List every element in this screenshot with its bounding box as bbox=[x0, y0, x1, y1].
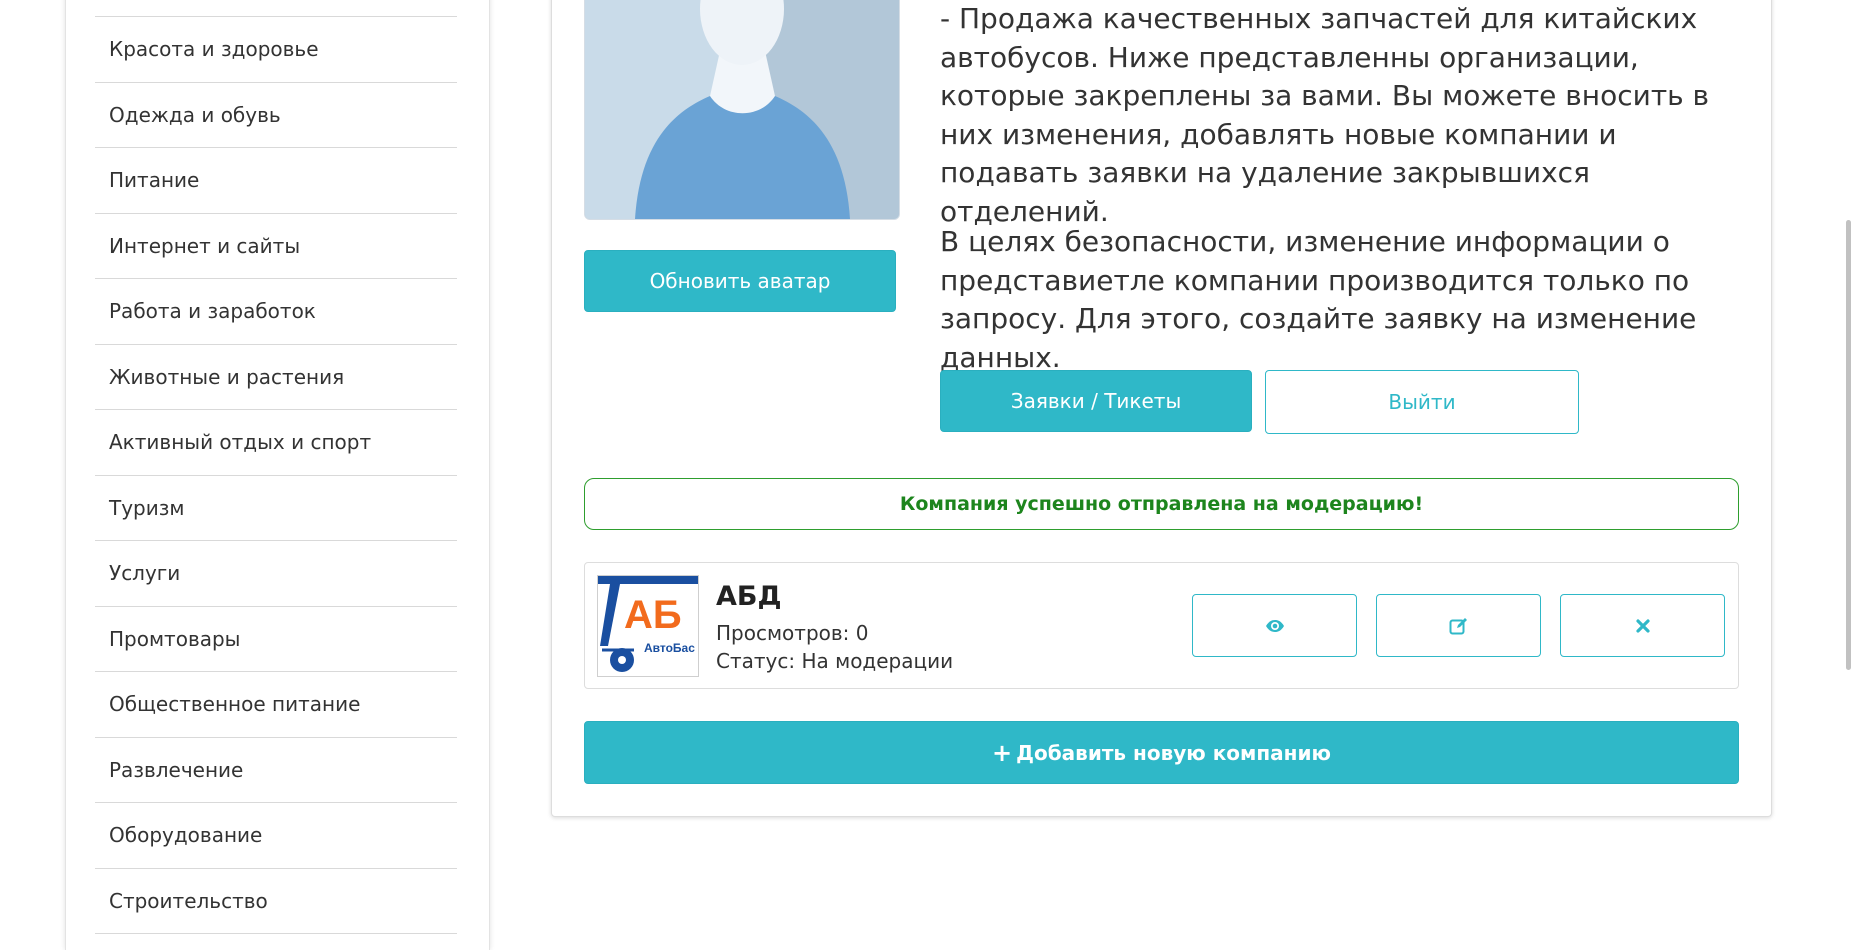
success-alert: Компания успешно отправлена на модерацию… bbox=[584, 478, 1739, 530]
category-item-services[interactable]: Услуги bbox=[95, 541, 457, 607]
category-item-catering[interactable]: Общественное питание bbox=[95, 672, 457, 738]
category-item-beauty[interactable]: Красота и здоровье bbox=[95, 17, 457, 83]
company-logo-image: АБ АвтоБас bbox=[598, 576, 698, 676]
scrollbar-thumb[interactable] bbox=[1846, 220, 1851, 670]
company-status: Статус: На модерации bbox=[716, 649, 954, 673]
profile-description: - Продажа качественных запчастей для кит… bbox=[940, 2, 1710, 228]
avatar bbox=[584, 0, 900, 220]
company-row: АБ АвтоБас АБД Просмотров: 0 Статус: На … bbox=[584, 562, 1739, 689]
delete-company-button[interactable] bbox=[1560, 594, 1725, 657]
category-item-tourism[interactable]: Туризм bbox=[95, 476, 457, 541]
category-item-internet[interactable]: Интернет и сайты bbox=[95, 214, 457, 279]
view-company-button[interactable] bbox=[1192, 594, 1357, 657]
category-list: Красота и здоровье Одежда и обувь Питани… bbox=[95, 16, 457, 934]
category-item-entertainment[interactable]: Развлечение bbox=[95, 738, 457, 803]
company-views: Просмотров: 0 bbox=[716, 621, 869, 645]
security-note: В целях безопасности, изменение информац… bbox=[940, 225, 1697, 374]
page-scrollbar[interactable] bbox=[1843, 0, 1853, 924]
category-item-construction[interactable]: Строительство bbox=[95, 869, 457, 934]
eye-icon bbox=[1265, 619, 1284, 632]
category-item-work[interactable]: Работа и заработок bbox=[95, 279, 457, 345]
company-logo: АБ АвтоБас bbox=[597, 575, 699, 677]
logo-subtext: АвтоБас bbox=[644, 641, 695, 655]
category-item-food[interactable]: Питание bbox=[95, 148, 457, 214]
add-company-button[interactable]: + Добавить новую компанию bbox=[584, 721, 1739, 784]
category-item-animals[interactable]: Животные и растения bbox=[95, 345, 457, 410]
edit-icon bbox=[1449, 617, 1467, 634]
category-item-clothes[interactable]: Одежда и обувь bbox=[95, 83, 457, 148]
company-name: АБД bbox=[716, 581, 782, 612]
add-company-label: Добавить новую компанию bbox=[1016, 740, 1331, 765]
category-item-equipment[interactable]: Оборудование bbox=[95, 803, 457, 869]
category-item-sport[interactable]: Активный отдых и спорт bbox=[95, 410, 457, 476]
alert-message: Компания успешно отправлена на модерацию… bbox=[899, 493, 1424, 515]
category-item-industrial[interactable]: Промтовары bbox=[95, 607, 457, 672]
logout-button[interactable]: Выйти bbox=[1265, 370, 1579, 434]
update-avatar-button[interactable]: Обновить аватар bbox=[584, 250, 896, 312]
edit-company-button[interactable] bbox=[1376, 594, 1541, 657]
tickets-button[interactable]: Заявки / Тикеты bbox=[940, 370, 1252, 432]
close-icon bbox=[1635, 618, 1650, 633]
default-avatar-icon bbox=[585, 0, 899, 219]
plus-icon: + bbox=[992, 738, 1013, 767]
logo-text: АБ bbox=[624, 593, 682, 637]
